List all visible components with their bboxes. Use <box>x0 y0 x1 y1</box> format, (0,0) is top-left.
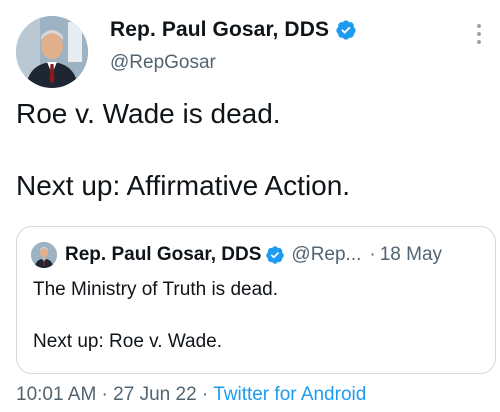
separator-dot: · <box>196 384 214 405</box>
quoted-tweet-text-line: The Ministry of Truth is dead. <box>33 279 278 300</box>
quoted-tweet[interactable]: Rep. Paul Gosar, DDS @Rep... · 18 May Th… <box>16 226 496 374</box>
verified-badge-icon <box>336 20 356 40</box>
author-handle[interactable]: @RepGosar <box>110 52 216 74</box>
tweet-text-line: Roe v. Wade is dead. <box>16 98 281 129</box>
verified-badge-icon <box>266 246 285 264</box>
avatar-image <box>31 242 57 268</box>
quoted-tweet-text-line: Next up: Roe v. Wade. <box>33 331 223 352</box>
tweet-header: Rep. Paul Gosar, DDS @RepGosar <box>16 12 486 92</box>
tweet-date[interactable]: 27 Jun 22 <box>113 384 196 405</box>
quoted-author-name: Rep. Paul Gosar, DDS <box>65 244 262 265</box>
author-name-row: Rep. Paul Gosar, DDS <box>110 18 357 42</box>
more-options-icon[interactable] <box>472 24 486 50</box>
tweet-metadata: 10:01 AM · 27 Jun 22 · Twitter for Andro… <box>16 384 366 406</box>
quoted-author-handle: @Rep... <box>291 244 362 265</box>
tweet-source-link[interactable]: Twitter for Android <box>213 384 366 405</box>
tweet-text-line: Next up: Affirmative Action. <box>16 170 351 201</box>
separator-dot: · <box>96 384 114 405</box>
quoted-tweet-body: The Ministry of Truth is dead. Next up: … <box>33 277 483 355</box>
author-display-name[interactable]: Rep. Paul Gosar, DDS <box>110 18 329 42</box>
avatar-image <box>16 16 88 88</box>
tweet-time[interactable]: 10:01 AM <box>16 384 96 405</box>
separator-dot: · <box>369 244 376 265</box>
tweet-body: Roe v. Wade is dead. Next up: Affirmativ… <box>16 96 486 204</box>
quoted-tweet-header: Rep. Paul Gosar, DDS @Rep... · 18 May <box>31 241 483 269</box>
quoted-author-avatar <box>31 242 57 268</box>
quoted-tweet-date: 18 May <box>379 244 443 265</box>
author-avatar[interactable] <box>16 16 88 88</box>
